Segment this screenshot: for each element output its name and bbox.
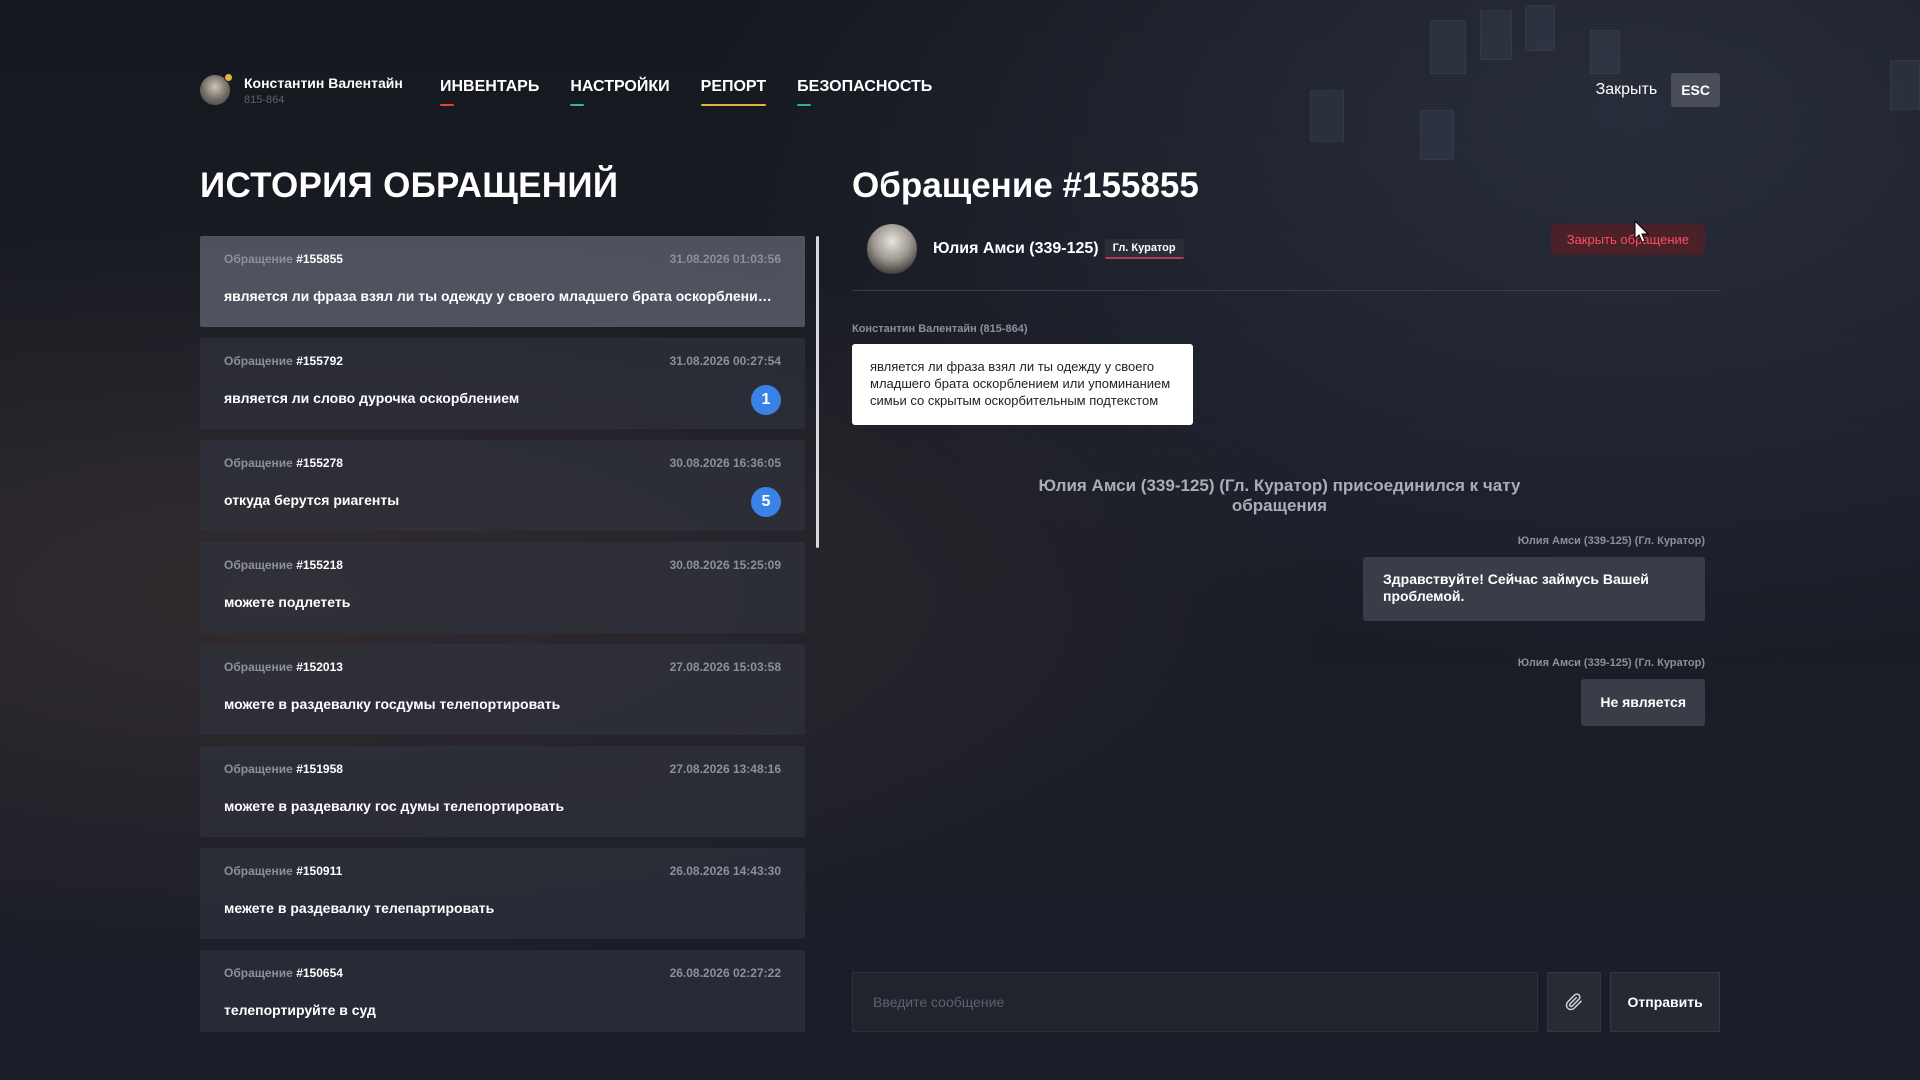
user-profile: Константин Валентайн 815-864 (200, 73, 440, 106)
ticket-text: межете в раздевалку телепартировать (224, 900, 495, 916)
user-name: Константин Валентайн (244, 74, 403, 91)
ticket-item[interactable]: Обращение #155278 30.08.2026 16:36:05 отк… (200, 440, 805, 531)
close-controls: Закрыть ESC (1596, 73, 1720, 107)
ticket-date: 31.08.2026 01:03:56 (669, 252, 781, 266)
ticket-item[interactable]: Обращение #150911 26.08.2026 14:43:30 меж… (200, 848, 805, 939)
ticket-text: можете подлететь (224, 594, 351, 610)
ticket-number: #155218 (296, 558, 343, 572)
user-avatar (200, 73, 233, 105)
ticket-text: можете в раздевалку госдумы телепортиров… (224, 696, 561, 712)
notification-dot (224, 73, 233, 82)
nav-inventory-label: ИНВЕНТАРЬ (440, 78, 540, 95)
ticket-label: Обращение (224, 456, 293, 470)
message-author: Константин Валентайн (815-864) (852, 323, 1028, 335)
paperclip-icon (1566, 993, 1583, 1011)
ticket-text: является ли слово дурочка оскорблением (224, 390, 520, 406)
nav-indicator (440, 104, 454, 106)
ticket-date: 27.08.2026 15:03:58 (669, 660, 781, 674)
agent-role-badge: Гл. Куратор (1104, 239, 1184, 259)
history-title: ИСТОРИЯ ОБРАЩЕНИЙ (200, 166, 619, 205)
nav-indicator (570, 104, 585, 106)
unread-badge: 1 (751, 385, 781, 415)
unread-badge: 5 (751, 487, 781, 517)
ticket-date: 31.08.2026 00:27:54 (669, 354, 781, 368)
agent-info: Юлия Амси (339-125) Гл. Куратор (867, 224, 1184, 274)
ticket-item[interactable]: Обращение #155855 31.08.2026 01:03:56 явл… (200, 236, 805, 327)
nav-security[interactable]: БЕЗОПАСНОСТЬ (797, 78, 933, 106)
ticket-number: #150911 (296, 864, 343, 878)
ticket-text: откуда берутся риагенты (224, 492, 400, 508)
mouse-cursor-icon (1634, 220, 1650, 243)
message-author: Юлия Амси (339-125) (Гл. Куратор) (1517, 657, 1705, 669)
ticket-text: является ли фраза взял ли ты одежду у св… (224, 288, 774, 304)
nav-settings-label: НАСТРОЙКИ (570, 78, 670, 95)
nav-inventory[interactable]: ИНВЕНТАРЬ (440, 78, 540, 106)
agent-avatar (867, 224, 917, 274)
ticket-date: 30.08.2026 15:25:09 (669, 558, 781, 572)
message-composer: Отправить (852, 972, 1720, 1032)
system-message-text: Юлия Амси (339-125) (Гл. Куратор) присое… (1038, 476, 1521, 515)
ticket-number: #152013 (296, 660, 343, 674)
ticket-number: #155792 (296, 354, 343, 368)
ticket-label: Обращение (224, 864, 293, 878)
ticket-label: Обращение (224, 558, 293, 572)
ticket-list-scrollbar[interactable] (816, 236, 819, 548)
user-message: является ли фраза взял ли ты одежду у св… (852, 344, 1193, 425)
ticket-number: #155278 (296, 456, 343, 470)
ticket-item[interactable]: Обращение #151958 27.08.2026 13:48:16 мож… (200, 746, 805, 837)
nav-report[interactable]: РЕПОРТ (700, 78, 767, 106)
ticket-date: 30.08.2026 16:36:05 (669, 456, 781, 470)
top-bar: Константин Валентайн 815-864 ИНВЕНТАРЬ Н… (200, 70, 1720, 110)
message-author: Юлия Амси (339-125) (Гл. Куратор) (1517, 535, 1705, 547)
ticket-label: Обращение (224, 252, 293, 266)
user-id: 815-864 (244, 93, 285, 106)
agent-message: Не является (1581, 679, 1705, 726)
ticket-date: 27.08.2026 13:48:16 (669, 762, 781, 776)
ticket-number: #151958 (296, 762, 343, 776)
nav-indicator (797, 104, 812, 106)
ticket-label: Обращение (224, 966, 293, 980)
agent-message: Здравствуйте! Сейчас займусь Вашей пробл… (1363, 557, 1705, 621)
close-ticket-button[interactable]: Закрыть обращение (1550, 224, 1705, 255)
attach-button[interactable] (1547, 972, 1602, 1032)
ticket-item[interactable]: Обращение #155218 30.08.2026 15:25:09 мож… (200, 542, 805, 633)
ticket-item[interactable]: Обращение #155792 31.08.2026 00:27:54 явл… (200, 338, 805, 429)
chat-title: Обращение #155855 (852, 166, 1199, 205)
message-input[interactable] (852, 972, 1539, 1032)
ticket-date: 26.08.2026 02:27:22 (669, 966, 781, 980)
history-panel: ИСТОРИЯ ОБРАЩЕНИЙ Обращение #155855 31.08… (200, 166, 805, 1032)
ticket-date: 26.08.2026 14:43:30 (669, 864, 781, 878)
ticket-item[interactable]: Обращение #152013 27.08.2026 15:03:58 мож… (200, 644, 805, 735)
ticket-number: #150654 (296, 966, 343, 980)
system-message: Юлия Амси (339-125) (Гл. Куратор) присое… (852, 476, 1707, 516)
nav-security-label: БЕЗОПАСНОСТЬ (797, 78, 933, 95)
main-nav: ИНВЕНТАРЬ НАСТРОЙКИ РЕПОРТ БЕЗОПАСНОСТЬ (440, 78, 963, 106)
nav-settings[interactable]: НАСТРОЙКИ (570, 78, 670, 106)
ticket-label: Обращение (224, 660, 293, 674)
ticket-text: телепортируйте в суд (224, 1002, 376, 1018)
nav-report-label: РЕПОРТ (700, 78, 767, 95)
agent-name: Юлия Амси (339-125) (933, 240, 1099, 257)
ticket-label: Обращение (224, 762, 293, 776)
nav-indicator (700, 104, 767, 106)
ticket-list[interactable]: Обращение #155855 31.08.2026 01:03:56 явл… (200, 236, 805, 1032)
ticket-number: #155855 (296, 252, 343, 266)
close-button[interactable]: Закрыть (1596, 81, 1658, 99)
chat-divider (852, 290, 1720, 291)
chat-panel: Обращение #155855 Юлия Амси (339-125) Гл… (852, 166, 1720, 1032)
send-button[interactable]: Отправить (1610, 972, 1720, 1032)
esc-key-button[interactable]: ESC (1671, 73, 1720, 107)
ticket-label: Обращение (224, 354, 293, 368)
ticket-item[interactable]: Обращение #150654 26.08.2026 02:27:22 тел… (200, 950, 805, 1032)
ticket-text: можете в раздевалку гос думы телепортиро… (224, 798, 565, 814)
